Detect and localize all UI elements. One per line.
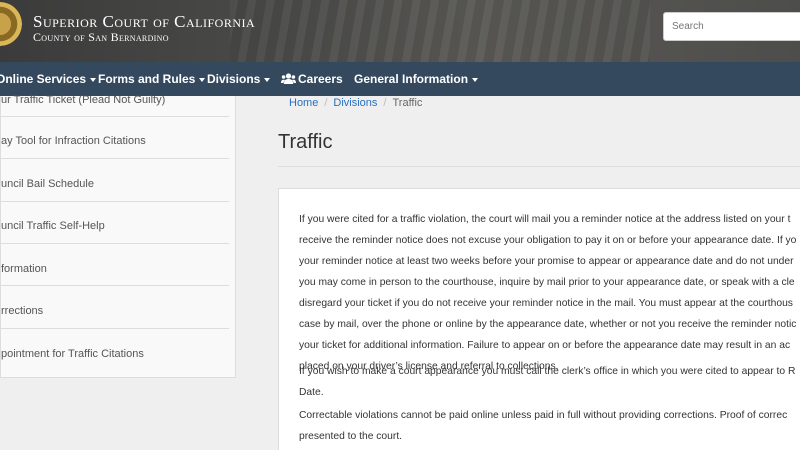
sidebar-item-traffic-self-help[interactable]: uncil Traffic Self-Help [1,220,229,232]
divider [278,166,800,167]
breadcrumb-current: Traffic [392,97,423,109]
breadcrumb-separator: / [324,97,328,109]
nav-online-services[interactable]: Online Services [0,62,97,96]
text-line: If you were cited for a traffic violatio… [299,214,791,225]
divider [1,285,229,286]
text-line: If you wish to make a court appearance y… [299,366,796,377]
text-line: presented to the court. [299,431,403,442]
divider [1,158,229,159]
chevron-down-icon [90,77,97,82]
site-header: Superior Court of California County of S… [0,0,800,62]
breadcrumb: Home / Divisions / Traffic [289,97,422,109]
sidebar-item-appointment[interactable]: pointment for Traffic Citations [1,348,229,360]
divider [1,201,229,202]
sidebar-item-corrections[interactable]: rrections [1,305,229,317]
nav-label: General Information [354,72,469,86]
nav-careers[interactable]: Careers [281,62,343,96]
breadcrumb-separator: / [383,97,387,109]
paragraph-reminder-notice: If you were cited for a traffic violatio… [299,209,800,377]
nav-general-information[interactable]: General Information [354,62,479,96]
nav-label: Divisions [207,72,261,86]
nav-label: Careers [298,72,343,86]
nav-label: Online Services [0,72,87,86]
text-line: case by mail, over the phone or online b… [299,319,797,330]
court-seal-logo[interactable] [0,2,22,46]
divider [1,243,229,244]
main-nav: Online Services Forms and Rules Division… [0,62,800,96]
nav-divisions[interactable]: Divisions [207,62,271,96]
text-line: Date. [299,387,324,398]
divider [1,116,229,117]
header-building-image [230,0,650,62]
court-subtitle: County of San Bernardino [33,30,169,44]
users-icon [281,73,296,84]
chevron-down-icon [199,77,206,82]
page-title: Traffic [278,131,333,153]
text-line: your ticket for additional information. … [299,340,791,351]
divider [1,328,229,329]
chevron-down-icon [472,77,479,82]
text-line: your reminder notice at least two weeks … [299,256,794,267]
text-line: you may come in person to the courthouse… [299,277,795,288]
paragraph-correctable-violations: Correctable violations cannot be paid on… [299,405,800,447]
search-input[interactable] [663,12,800,41]
chevron-down-icon [264,77,271,82]
breadcrumb-divisions[interactable]: Divisions [333,97,377,109]
court-title[interactable]: Superior Court of California [33,12,255,32]
sidebar-item-information[interactable]: formation [1,263,229,275]
sidebar-item-pay-tool[interactable]: ay Tool for Infraction Citations [1,135,229,147]
sidebar-item-bail-schedule[interactable]: uncil Bail Schedule [1,178,229,190]
text-line: Correctable violations cannot be paid on… [299,410,788,421]
nav-forms-and-rules[interactable]: Forms and Rules [98,62,206,96]
paragraph-court-appearance: If you wish to make a court appearance y… [299,361,800,403]
sidebar-item-contest-ticket[interactable]: ur Traffic Ticket (Plead Not Guilty) [1,94,229,106]
nav-label: Forms and Rules [98,72,196,86]
text-line: receive the reminder notice does not exc… [299,235,797,246]
breadcrumb-home[interactable]: Home [289,97,318,109]
text-line: disregard your ticket if you do not rece… [299,298,793,309]
content-card: If you were cited for a traffic violatio… [278,188,800,450]
sidebar: ur Traffic Ticket (Plead Not Guilty) ay … [0,94,236,378]
